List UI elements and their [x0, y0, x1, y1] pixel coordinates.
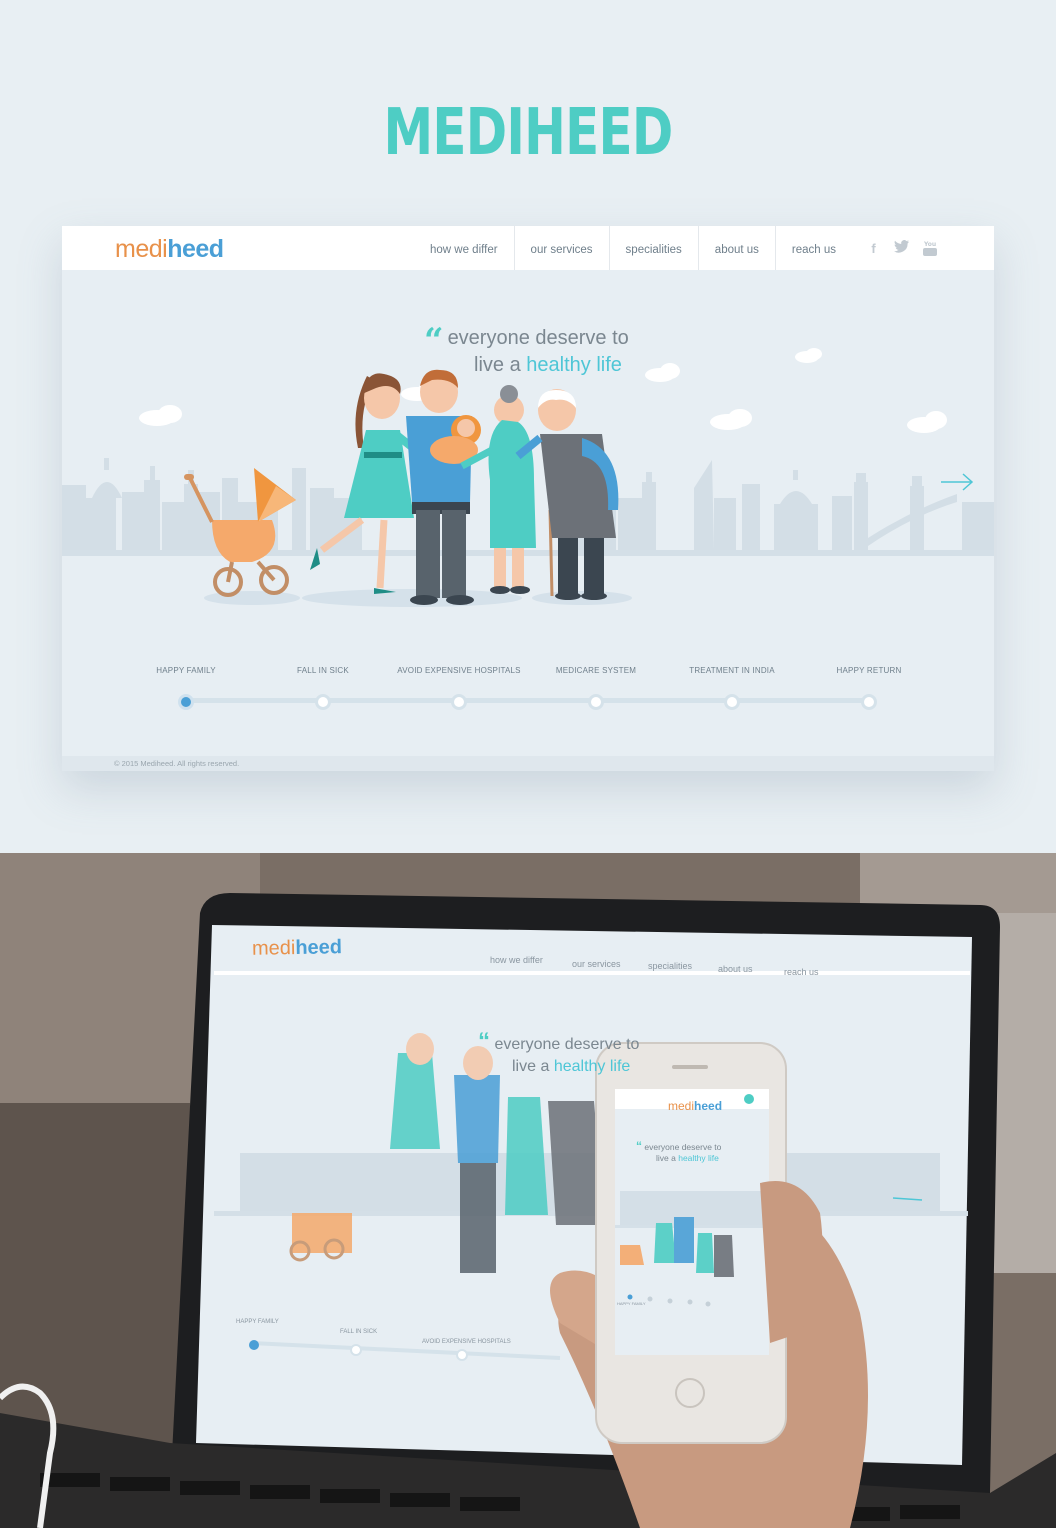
- laptop-logo: mediheed: [252, 936, 342, 961]
- quote-icon: “: [424, 321, 444, 361]
- copyright-text: © 2015 Mediheed. All rights reserved.: [114, 759, 240, 768]
- timeline-dot[interactable]: [315, 694, 331, 710]
- navbar: mediheed how we differ our services spec…: [62, 226, 994, 270]
- laptop-nav-reach-us[interactable]: reach us: [784, 967, 819, 977]
- timeline-label: FALL IN SICK: [297, 666, 349, 675]
- laptop-nav-our-services[interactable]: our services: [572, 959, 621, 969]
- phone-tagline-highlight: healthy life: [678, 1153, 719, 1163]
- next-arrow-icon[interactable]: [940, 472, 974, 492]
- timeline-step-avoid-expensive-hospitals[interactable]: AVOID EXPENSIVE HOSPITALS: [384, 666, 534, 710]
- nav-reach-us[interactable]: reach us: [774, 226, 852, 270]
- laptop-tagline-line1: everyone deserve to: [494, 1036, 640, 1053]
- timeline-step-happy-return[interactable]: HAPPY RETURN: [794, 666, 944, 710]
- laptop-timeline-label: HAPPY FAMILY: [236, 1319, 279, 1325]
- laptop-nav-about-us[interactable]: about us: [718, 964, 753, 974]
- laptop-timeline-label: AVOID EXPENSIVE HOSPITALS: [422, 1339, 511, 1345]
- tagline-highlight: healthy life: [526, 354, 622, 376]
- tagline-line1: everyone deserve to: [447, 327, 629, 349]
- footer: © 2015 Mediheed. All rights reserved.: [62, 756, 994, 771]
- laptop-logo-heed: heed: [295, 936, 343, 960]
- story-timeline: HAPPY FAMILY FALL IN SICK AVOID EXPENSIV…: [62, 666, 994, 726]
- nav-menu: how we differ our services specialities …: [414, 226, 852, 270]
- nav-our-services[interactable]: our services: [513, 226, 609, 270]
- hero: “everyone deserve to live a healthy life: [62, 270, 994, 713]
- laptop-tagline-prefix: live a: [512, 1058, 550, 1075]
- logo-heed: heed: [167, 235, 224, 263]
- timeline-dot[interactable]: [451, 694, 467, 710]
- laptop-tagline: “ everyone deserve to live a healthy lif…: [478, 1028, 640, 1078]
- facebook-icon[interactable]: f: [865, 240, 882, 257]
- twitter-icon[interactable]: [893, 240, 910, 257]
- phone-quote-icon: “: [636, 1139, 642, 1153]
- laptop-logo-medi: medi: [251, 937, 296, 960]
- svg-text:You: You: [923, 241, 936, 248]
- timeline-step-medicare-system[interactable]: MEDICARE SYSTEM: [521, 666, 671, 710]
- father-illustration: [406, 369, 481, 605]
- website-mockup: mediheed how we differ our services spec…: [62, 226, 994, 771]
- timeline-label: MEDICARE SYSTEM: [555, 666, 637, 675]
- timeline-label: HAPPY FAMILY: [156, 666, 216, 675]
- timeline-label: TREATMENT IN INDIA: [689, 666, 775, 675]
- laptop-nav-how-we-differ[interactable]: how we differ: [490, 955, 543, 965]
- grandma-illustration: [460, 385, 554, 597]
- laptop-quote-icon: “: [478, 1028, 490, 1055]
- timeline-label: HAPPY RETURN: [836, 666, 902, 675]
- phone-logo-heed: heed: [694, 1099, 723, 1113]
- device-photo: mediheed how we differ our services spec…: [0, 853, 1056, 1528]
- nav-about-us[interactable]: about us: [697, 226, 775, 270]
- phone-timeline-label: HAPPY FAMILY: [617, 1301, 646, 1306]
- girl-illustration: [310, 373, 421, 594]
- laptop-tagline-highlight: healthy life: [553, 1058, 631, 1075]
- timeline-label: AVOID EXPENSIVE HOSPITALS: [397, 666, 521, 675]
- hero-tagline: “everyone deserve to live a healthy life: [424, 324, 629, 377]
- social-links: f You: [865, 240, 938, 257]
- phone-tagline-prefix: live a: [656, 1153, 676, 1163]
- tagline-line2-prefix: live a: [474, 354, 521, 376]
- nav-specialities[interactable]: specialities: [608, 226, 698, 270]
- logo-medi: medi: [115, 235, 168, 263]
- timeline-dot[interactable]: [861, 694, 877, 710]
- logo[interactable]: mediheed: [115, 235, 224, 264]
- phone-tagline: “ everyone deserve to live a healthy lif…: [636, 1139, 746, 1164]
- youtube-icon[interactable]: You: [921, 240, 938, 257]
- timeline-dot[interactable]: [724, 694, 740, 710]
- nav-how-we-differ[interactable]: how we differ: [414, 226, 514, 270]
- laptop-timeline-label: FALL IN SICK: [340, 1329, 378, 1335]
- timeline-step-fall-in-sick[interactable]: FALL IN SICK: [248, 666, 398, 710]
- timeline-step-happy-family[interactable]: HAPPY FAMILY: [111, 666, 261, 710]
- laptop-nav-specialities[interactable]: specialities: [648, 961, 692, 971]
- timeline-dot[interactable]: [588, 694, 604, 710]
- phone-tagline-line1: everyone deserve to: [644, 1142, 722, 1152]
- timeline-dot[interactable]: [178, 694, 194, 710]
- showcase-title: MEDIHEED: [383, 96, 674, 170]
- phone-logo-medi: medi: [668, 1099, 695, 1113]
- phone-logo: mediheed: [668, 1099, 722, 1113]
- timeline-step-treatment-in-india[interactable]: TREATMENT IN INDIA: [657, 666, 807, 710]
